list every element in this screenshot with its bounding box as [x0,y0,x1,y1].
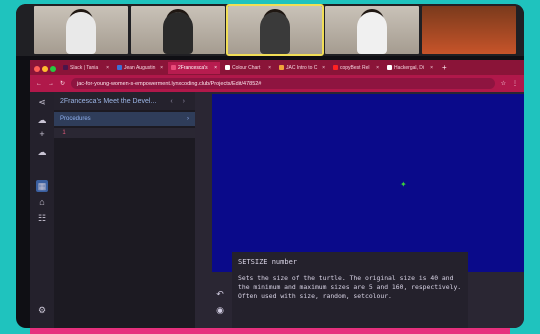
turtle-canvas[interactable]: ✦ [212,94,524,272]
project-sidebar: 2Francesca's Meet the Devel... ‹ › Proce… [54,92,195,328]
close-tab-icon[interactable]: × [430,65,433,71]
cloud-download-icon[interactable]: ☁ [36,146,48,158]
project-title: 2Francesca's Meet the Devel... [60,97,157,105]
tree-tool-icon[interactable]: ☷ [36,212,48,224]
close-window-icon[interactable] [34,65,40,72]
tab-label: 2Francesca's [178,64,208,71]
turtle-tool-icon[interactable]: ▦ [36,180,48,192]
tab-label: JAC Intro to C [286,64,318,71]
tab-favicon-icon [387,65,392,70]
left-toolbar: ⋖ ☁ + ☁ ▦ ⌂ ☷ ⚙ [30,92,54,328]
plus-icon[interactable]: + [36,128,48,140]
video-tile-5[interactable] [422,6,516,54]
share-icon[interactable]: ⋖ [36,96,48,108]
reload-icon[interactable]: ↻ [60,80,65,87]
lynx-editor: ⋖ ☁ + ☁ ▦ ⌂ ☷ ⚙ 2Francesca's Meet the De… [30,92,524,328]
url-text: jac-for-young-women-s-empowerment.lynxco… [77,80,262,87]
address-bar[interactable]: jac-for-young-women-s-empowerment.lynxco… [71,78,495,89]
line-number: 1 [62,130,66,136]
window-controls [34,59,58,77]
undo-icon[interactable]: ↶ [214,288,226,300]
tab-label: Colour Chart [232,64,261,71]
new-tab-icon[interactable]: + [442,63,447,72]
video-tile-1[interactable] [34,6,128,54]
widget-tool-icon[interactable]: ⌂ [36,196,48,208]
close-tab-icon[interactable]: × [376,65,379,71]
close-tab-icon[interactable]: × [322,65,325,71]
browser-tab[interactable]: Slack | Tania × [60,62,112,74]
nav-chevrons-icon[interactable]: ‹ › [170,98,189,105]
video-tile-4[interactable] [325,6,419,54]
video-tile-2[interactable] [131,6,225,54]
help-tooltip: SETSIZE number Sets the size of the turt… [232,252,468,328]
close-tab-icon[interactable]: × [214,65,217,71]
tab-strip: Slack | Tania × Jean Augustin × 2Francesca… [30,60,524,75]
bookmark-star-icon[interactable]: ☆ [501,80,506,87]
tab-label: copyBest Rel [340,64,370,71]
participant-body [163,12,193,54]
tab-label: Hackergal, Di [394,64,425,71]
screen-frame: Slack | Tania × Jean Augustin × 2Francesca… [0,0,540,334]
browser-window: Slack | Tania × Jean Augustin × 2Francesca… [30,60,524,92]
tab-favicon-icon [171,65,176,70]
help-body: Sets the size of the turtle. The origina… [238,274,462,300]
tab-favicon-icon [63,65,68,70]
video-tile-3[interactable] [226,4,324,56]
browser-tab[interactable]: Colour Chart × [222,62,274,74]
tab-label: Jean Augustin [124,64,156,71]
close-tab-icon[interactable]: × [106,65,109,71]
stop-icon[interactable]: ◉ [214,304,226,316]
maximize-window-icon[interactable] [50,65,56,72]
participant-body [260,12,290,54]
chevron-right-icon: › [187,116,189,122]
close-tab-icon[interactable]: × [268,65,271,71]
close-tab-icon[interactable]: × [160,65,163,71]
participant-body [66,12,96,54]
video-call-strip [16,4,524,56]
cloud-upload-icon[interactable]: ☁ [36,114,48,126]
browser-tab[interactable]: copyBest Rel × [330,62,382,74]
tab-favicon-icon [279,65,284,70]
turtle-icon[interactable]: ✦ [400,181,407,189]
browser-tab[interactable]: JAC Intro to C × [276,62,328,74]
procedures-header[interactable]: Procedures › [54,112,195,126]
help-title: SETSIZE number [238,258,298,266]
tab-favicon-icon [333,65,338,70]
procedures-label: Procedures [60,116,91,122]
laptop-screen: Slack | Tania × Jean Augustin × 2Francesca… [16,4,524,328]
code-line[interactable]: 1 [54,128,195,138]
forward-icon[interactable]: → [48,81,54,87]
browser-tab-active[interactable]: 2Francesca's × [168,61,220,74]
address-bar-row: ← → ↻ jac-for-young-women-s-empowerment.… [30,75,524,92]
browser-tab[interactable]: Hackergal, Di × [384,62,436,74]
back-icon[interactable]: ← [36,81,42,87]
browser-tab[interactable]: Jean Augustin × [114,62,166,74]
tab-label: Slack | Tania [70,64,99,71]
minimize-window-icon[interactable] [42,65,48,72]
tab-favicon-icon [225,65,230,70]
participant-body [357,12,387,54]
tab-favicon-icon [117,65,122,70]
project-title-bar: 2Francesca's Meet the Devel... ‹ › [54,92,195,110]
gear-icon[interactable]: ⚙ [36,304,48,316]
menu-kebab-icon[interactable]: ⋮ [512,80,518,87]
